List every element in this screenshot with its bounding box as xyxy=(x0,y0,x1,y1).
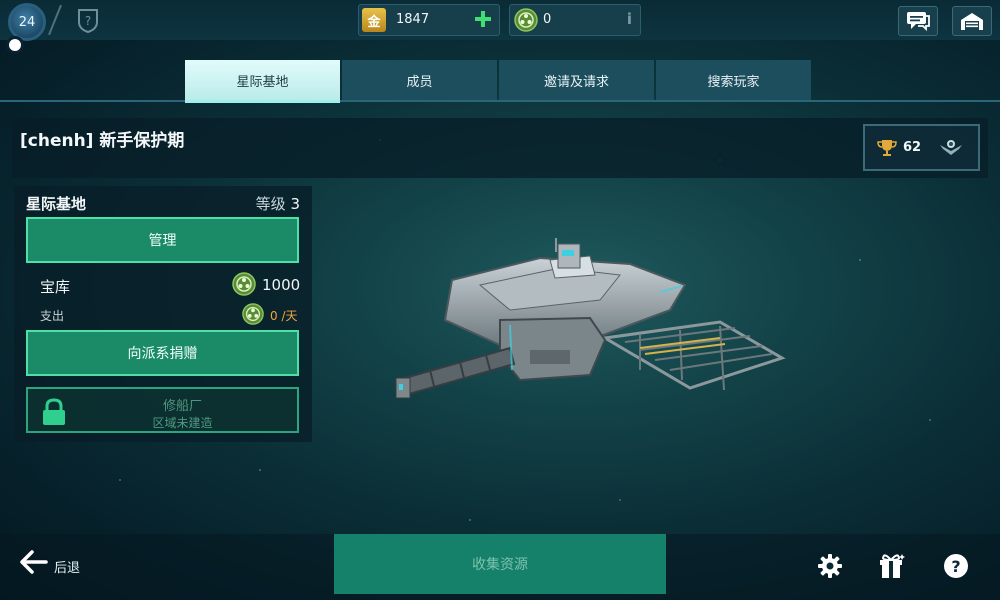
back-label: 后退 xyxy=(54,560,81,576)
info-icon[interactable]: i xyxy=(627,10,632,28)
token-icon xyxy=(232,272,256,296)
tab-divider xyxy=(0,100,1000,102)
starbase-title: 星际基地 xyxy=(26,195,87,213)
help-icon[interactable]: ? xyxy=(942,552,970,580)
back-arrow-icon xyxy=(20,550,48,574)
trophy-icon xyxy=(877,140,897,156)
tab-bar: 星际基地 成员 邀请及请求 搜索玩家 xyxy=(185,60,811,100)
top-bar xyxy=(0,0,1000,40)
tab-invites-requests[interactable]: 邀请及请求 xyxy=(499,60,654,100)
starbase-level: 等级 3 xyxy=(255,195,300,213)
svg-text:?: ? xyxy=(951,557,960,576)
shipyard-status: 区域未建造 xyxy=(152,416,213,430)
donate-button[interactable]: 向派系捐赠 xyxy=(26,330,299,376)
gold-coin-icon: 金 xyxy=(362,8,386,32)
starbase-level-value: 3 xyxy=(290,195,300,213)
gift-icon[interactable] xyxy=(878,552,906,580)
space-station-model[interactable] xyxy=(390,230,790,430)
tab-search-players[interactable]: 搜索玩家 xyxy=(656,60,811,100)
token-icon xyxy=(514,8,538,32)
shield-question-icon[interactable]: ? xyxy=(76,8,100,34)
plus-icon[interactable] xyxy=(473,9,493,29)
token-amount: 0 xyxy=(543,12,552,27)
faction-header: [chenh] 新手保护期 62 xyxy=(12,118,988,178)
vault-amount: 1000 xyxy=(262,276,301,294)
shipyard-title: 修船厂 xyxy=(162,399,202,414)
tab-members[interactable]: 成员 xyxy=(342,60,497,100)
gold-currency: 金 1847 xyxy=(358,4,500,36)
vault-label: 宝库 xyxy=(40,278,71,296)
svg-text:?: ? xyxy=(85,14,91,28)
chat-icon xyxy=(907,12,930,32)
player-level: 24 xyxy=(18,14,36,30)
trophy-count: 62 xyxy=(903,140,922,155)
chat-button[interactable] xyxy=(898,6,938,36)
notification-dot xyxy=(6,36,24,54)
trophy-rank-box[interactable]: 62 xyxy=(863,124,980,171)
rank-emblem-icon xyxy=(940,140,962,155)
token-currency: 0 i xyxy=(509,4,641,36)
active-tab-indicator xyxy=(185,100,340,103)
spend-rate: 0 /天 xyxy=(270,309,298,323)
hangar-button[interactable] xyxy=(952,6,992,36)
starbase-panel: 星际基地 等级 3 管理 宝库 1000 支出 0 /天 向派系捐赠 修船厂 区… xyxy=(14,186,312,442)
manage-button[interactable]: 管理 xyxy=(26,217,299,263)
tab-starbase[interactable]: 星际基地 xyxy=(185,60,340,100)
spend-label: 支出 xyxy=(40,309,65,323)
collect-resources-button[interactable]: 收集资源 xyxy=(334,534,666,594)
token-icon xyxy=(242,303,264,325)
gold-amount: 1847 xyxy=(396,12,430,27)
faction-title: [chenh] 新手保护期 xyxy=(20,131,185,151)
back-button[interactable]: 后退 xyxy=(18,544,80,580)
shipyard-locked-button[interactable]: 修船厂 区域未建造 xyxy=(26,387,299,433)
gear-icon[interactable] xyxy=(816,552,844,580)
hangar-icon xyxy=(961,13,983,30)
